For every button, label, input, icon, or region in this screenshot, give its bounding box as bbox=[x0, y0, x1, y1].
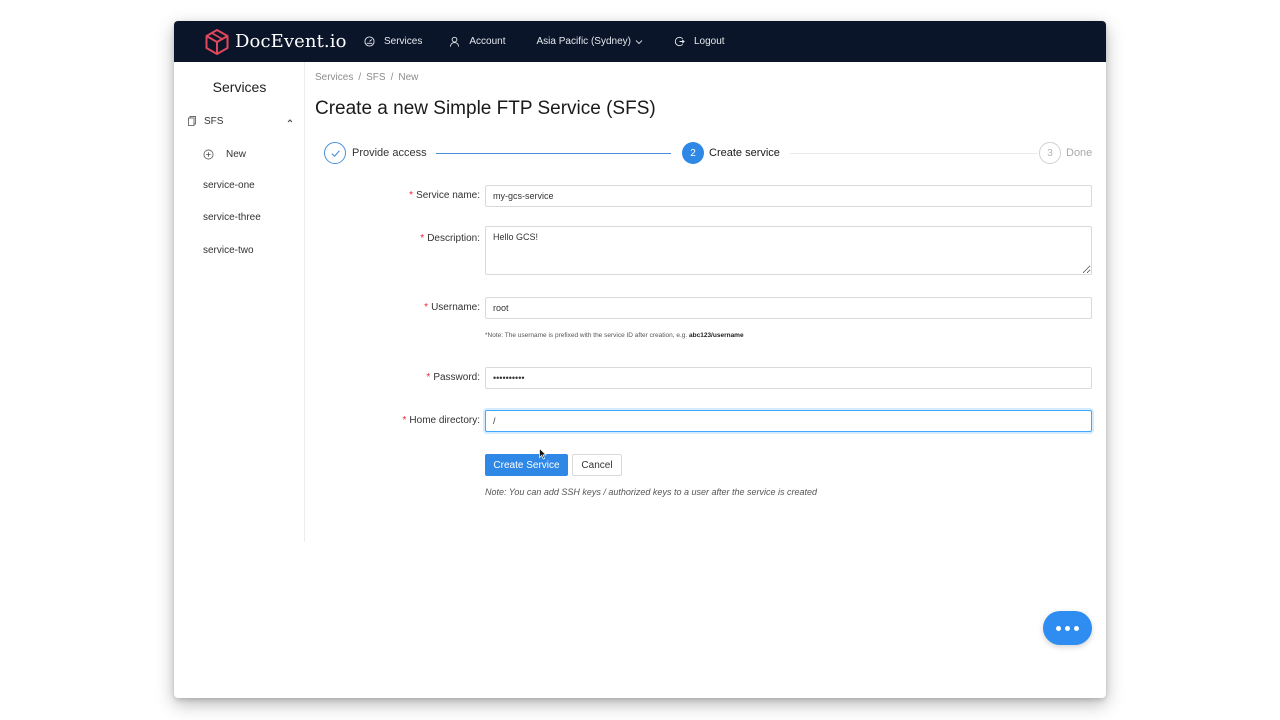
step-1-label: Provide access bbox=[352, 147, 427, 159]
app-window: DocEvent.io Services Account Asia Pacifi bbox=[174, 21, 1106, 698]
username-label: * Username: bbox=[424, 302, 480, 313]
brand-name: DocEvent.io bbox=[235, 31, 347, 52]
nav-account[interactable]: Account bbox=[449, 21, 506, 62]
logout-icon bbox=[674, 36, 685, 47]
sidebar-item-service-two[interactable]: service-two bbox=[203, 245, 254, 256]
sidebar-group-sfs[interactable]: SFS bbox=[188, 114, 294, 128]
create-service-button[interactable]: Create Service bbox=[485, 454, 568, 476]
sidebar-item-new-label: New bbox=[226, 148, 247, 160]
sidebar-group-label: SFS bbox=[204, 115, 224, 127]
top-navigation-bar: DocEvent.io Services Account Asia Pacifi bbox=[174, 21, 1106, 62]
steps-progress: Provide access 2 Create service 3 Done bbox=[324, 142, 1092, 164]
step-3-label: Done bbox=[1066, 147, 1093, 159]
breadcrumb-sfs[interactable]: SFS bbox=[366, 72, 385, 83]
breadcrumb: Services / SFS / New bbox=[315, 72, 418, 83]
breadcrumb-separator: / bbox=[358, 72, 362, 83]
chevron-up-icon bbox=[287, 119, 293, 123]
page-title: Create a new Simple FTP Service (SFS) bbox=[315, 98, 656, 119]
service-name-label: * Service name: bbox=[409, 190, 480, 201]
brand[interactable]: DocEvent.io bbox=[204, 28, 364, 56]
username-input[interactable] bbox=[485, 297, 1092, 319]
ssh-keys-note: Note: You can add SSH keys / authorized … bbox=[485, 487, 818, 497]
breadcrumb-new: New bbox=[398, 72, 419, 83]
nav-services-label: Services bbox=[384, 36, 423, 47]
step-3-indicator: 3 bbox=[1039, 142, 1061, 164]
chevron-down-icon bbox=[635, 39, 643, 44]
step-2-label: Create service bbox=[709, 147, 780, 159]
service-name-input[interactable] bbox=[485, 185, 1092, 207]
nav-logout-label: Logout bbox=[693, 36, 725, 47]
description-textarea[interactable]: Hello GCS! bbox=[485, 226, 1092, 275]
chat-widget-button[interactable] bbox=[1043, 611, 1092, 645]
username-note: *Note: The username is prefixed with the… bbox=[485, 332, 744, 339]
home-directory-label: * Home directory: bbox=[402, 415, 481, 426]
sidebar-title: Services bbox=[212, 79, 267, 95]
description-label: * Description: bbox=[420, 233, 480, 244]
user-icon bbox=[450, 36, 460, 47]
username-example: abc123/username bbox=[689, 332, 744, 339]
sidebar-item-service-three[interactable]: service-three bbox=[203, 212, 261, 223]
step-connector bbox=[790, 153, 1038, 154]
plus-circle-icon bbox=[203, 149, 214, 159]
region-selector-label: Asia Pacific (Sydney) bbox=[536, 36, 631, 47]
nav-account-label: Account bbox=[469, 36, 506, 47]
cancel-button[interactable]: Cancel bbox=[572, 454, 622, 476]
region-selector[interactable]: Asia Pacific (Sydney) bbox=[537, 21, 643, 62]
breadcrumb-separator: / bbox=[390, 72, 394, 83]
check-icon bbox=[330, 149, 340, 157]
docevent-logo-icon bbox=[205, 28, 229, 55]
main-nav: Services Account Asia Pacific (Sydney) L… bbox=[364, 21, 725, 62]
password-input[interactable] bbox=[485, 367, 1092, 389]
dashboard-icon bbox=[364, 36, 375, 47]
home-directory-input[interactable] bbox=[485, 410, 1092, 432]
step-1-indicator bbox=[324, 142, 346, 164]
more-dots-icon bbox=[1056, 625, 1061, 631]
sidebar-item-new[interactable]: New bbox=[203, 147, 246, 161]
step-2-indicator: 2 bbox=[682, 142, 704, 164]
password-label: * Password: bbox=[426, 372, 480, 383]
file-copy-icon bbox=[188, 116, 196, 126]
sidebar: Services SFS New service-one service-thr… bbox=[174, 62, 305, 542]
sidebar-item-service-one[interactable]: service-one bbox=[203, 180, 255, 191]
breadcrumb-services[interactable]: Services bbox=[315, 72, 353, 83]
mouse-cursor-icon bbox=[539, 448, 547, 460]
nav-services[interactable]: Services bbox=[364, 21, 422, 62]
step-connector bbox=[436, 153, 671, 154]
nav-logout[interactable]: Logout bbox=[674, 21, 725, 62]
